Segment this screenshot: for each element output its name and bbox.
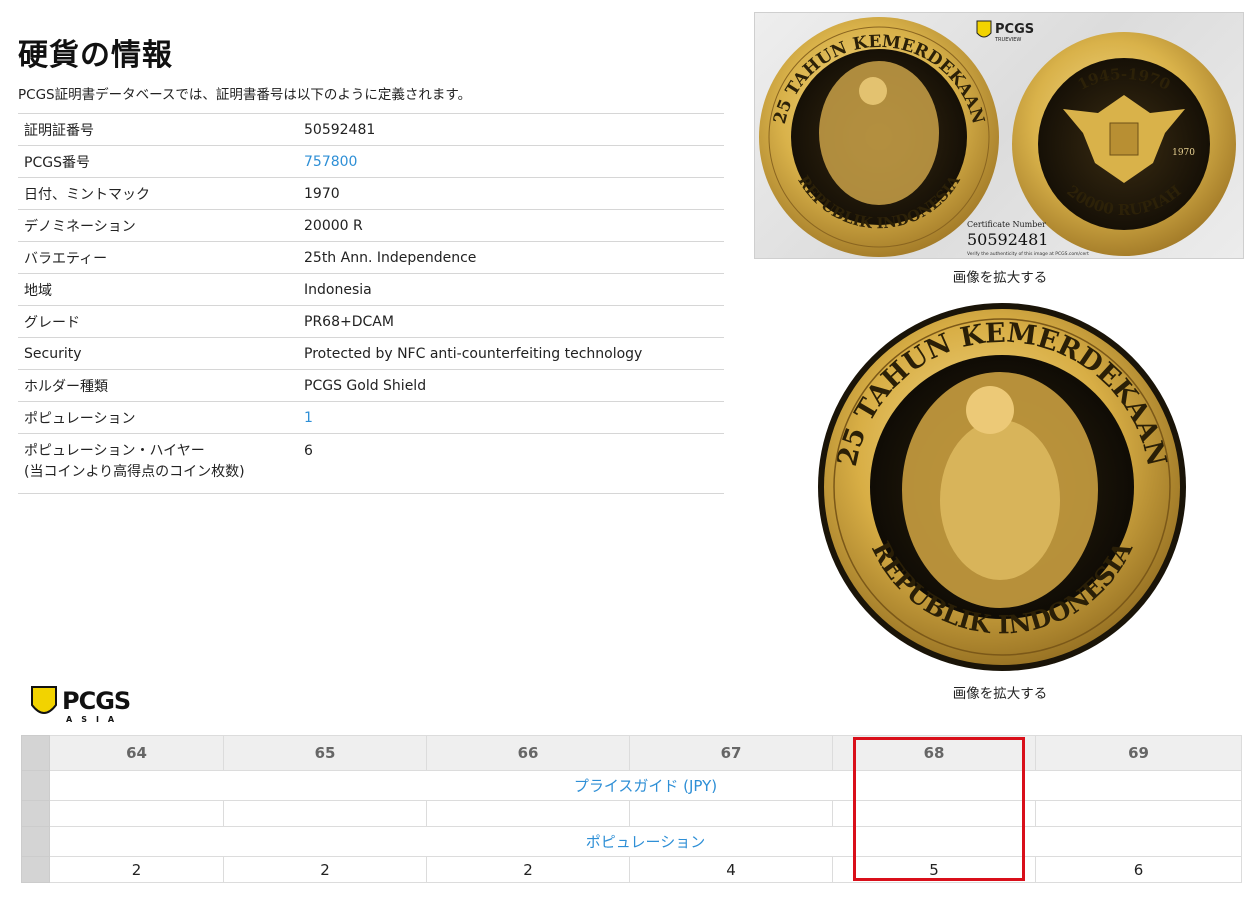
pop-higher-value: 6 — [298, 433, 724, 494]
info-row-cert: 証明証番号 50592481 — [18, 113, 724, 146]
shield-icon — [31, 686, 57, 714]
price-cell — [426, 800, 630, 827]
cert-label-text: Certificate Number — [967, 220, 1046, 229]
cert-number-value: 50592481 — [298, 113, 724, 146]
obverse-coin-thumb: 25 TAHUN KEMERDEKAAN REPUBLIK INDONESIA — [759, 17, 999, 257]
info-row-variety: バラエティー 25th Ann. Independence — [18, 241, 724, 274]
logo-sub-text: ASIA — [66, 715, 123, 724]
population-cell-64: 2 — [49, 856, 224, 883]
population-label: ポピュレーション — [18, 401, 298, 434]
verify-text: Verify the authenticity of this image at… — [967, 251, 1089, 257]
variety-label: バラエティー — [18, 241, 298, 274]
security-value: Protected by NFC anti-counterfeiting tec… — [298, 337, 724, 370]
cert-number-label: 証明証番号 — [18, 113, 298, 146]
coin-closeup-image[interactable]: 25 TAHUN KEMERDEKAAN REPUBLIK INDONESIA — [812, 300, 1192, 675]
grade-value: PR68+DCAM — [298, 305, 724, 338]
pcgs-number-label: PCGS番号 — [18, 145, 298, 178]
population-cell-66: 2 — [426, 856, 630, 883]
date-mintmark-label: 日付、ミントマック — [18, 177, 298, 210]
price-cell — [223, 800, 427, 827]
info-row-security: Security Protected by NFC anti-counterfe… — [18, 337, 724, 370]
enlarge-slab-link[interactable]: 画像を拡大する — [900, 266, 1100, 286]
population-table-link[interactable]: ポピュレーション — [49, 826, 1242, 857]
denomination-value: 20000 R — [298, 209, 724, 242]
logo-main-text: PCGS — [62, 687, 130, 715]
price-guide-label-row: プライスガイド (JPY) — [21, 770, 1242, 801]
grade-64-header[interactable]: 64 — [49, 735, 224, 771]
info-row-region: 地域 Indonesia — [18, 273, 724, 306]
pop-higher-label: ポピュレーション・ハイヤー (当コインより高得点のコイン枚数) — [18, 433, 298, 494]
population-cell-67: 4 — [629, 856, 833, 883]
grade-69-header[interactable]: 69 — [1035, 735, 1242, 771]
grade-label: グレード — [18, 305, 298, 338]
price-cell — [49, 800, 224, 827]
population-cell-69: 6 — [1035, 856, 1242, 883]
grade-67-header[interactable]: 67 — [629, 735, 833, 771]
info-row-pop-higher: ポピュレーション・ハイヤー (当コインより高得点のコイン枚数) 6 — [18, 433, 724, 494]
current-grade-highlight — [853, 737, 1025, 881]
slab-image[interactable]: 25 TAHUN KEMERDEKAAN REPUBLIK INDONESIA … — [754, 12, 1244, 259]
population-values-row: 2 2 2 4 5 6 — [21, 856, 1242, 883]
grade-header-row: 64 65 66 67 68 69 — [21, 735, 1242, 771]
pop-higher-label-line2: (当コインより高得点のコイン枚数) — [24, 464, 245, 480]
grade-65-header[interactable]: 65 — [223, 735, 427, 771]
info-row-holder: ホルダー種類 PCGS Gold Shield — [18, 369, 724, 402]
pcgs-number-link[interactable]: 757800 — [304, 154, 357, 170]
cert-number-text: 50592481 — [967, 230, 1048, 249]
price-guide-link[interactable]: プライスガイド (JPY) — [49, 770, 1242, 801]
region-label: 地域 — [18, 273, 298, 306]
intro-text: PCGS証明書データベースでは、証明書番号は以下のように定義されます。 — [18, 87, 472, 103]
info-row-population: ポピュレーション 1 — [18, 401, 724, 434]
info-row-date: 日付、ミントマック 1970 — [18, 177, 724, 210]
enlarge-coin-link[interactable]: 画像を拡大する — [900, 682, 1100, 702]
reverse-year: 1970 — [1172, 148, 1195, 158]
region-value: Indonesia — [298, 273, 724, 306]
population-link[interactable]: 1 — [304, 410, 313, 426]
population-cell-65: 2 — [223, 856, 427, 883]
page-title: 硬貨の情報 — [18, 38, 173, 73]
holder-label: ホルダー種類 — [18, 369, 298, 402]
denomination-label: デノミネーション — [18, 209, 298, 242]
pcgs-badge-text: PCGS — [995, 22, 1034, 37]
holder-value: PCGS Gold Shield — [298, 369, 724, 402]
variety-value: 25th Ann. Independence — [298, 241, 724, 274]
price-cell — [629, 800, 833, 827]
security-label: Security — [18, 337, 298, 370]
pop-higher-label-line1: ポピュレーション・ハイヤー — [24, 443, 205, 459]
price-guide-values-row — [21, 800, 1242, 827]
price-cell — [1035, 800, 1242, 827]
date-mintmark-value: 1970 — [298, 177, 724, 210]
grade-66-header[interactable]: 66 — [426, 735, 630, 771]
info-row-denomination: デノミネーション 20000 R — [18, 209, 724, 242]
population-label-row: ポピュレーション — [21, 826, 1242, 857]
pcgs-trueview-badge: PCGS TRUEVIEW — [976, 20, 1034, 43]
grade-table: 64 65 66 67 68 69 プライスガイド (JPY) ポピュレーション… — [21, 735, 1242, 883]
coin-info-table: 証明証番号 50592481 PCGS番号 757800 日付、ミントマック 1… — [18, 113, 724, 494]
pcgs-asia-logo: PCGS ASIA — [31, 686, 130, 724]
info-row-grade: グレード PR68+DCAM — [18, 305, 724, 338]
pcgs-badge-sub: TRUEVIEW — [994, 37, 1021, 43]
info-row-pcgs-number: PCGS番号 757800 — [18, 145, 724, 178]
